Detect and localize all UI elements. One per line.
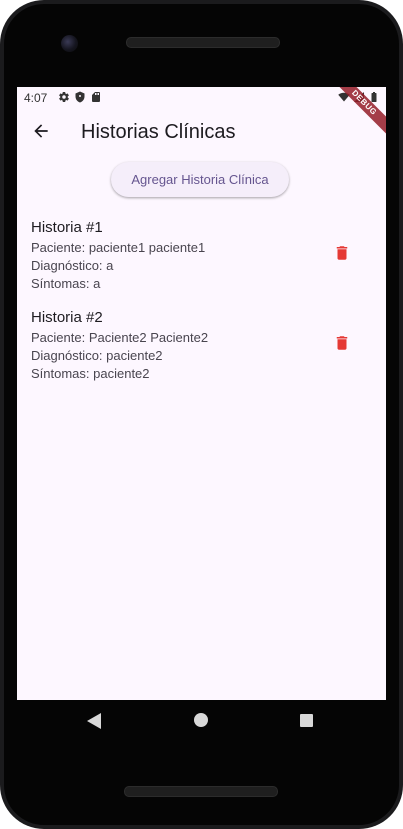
bottom-speaker: [124, 786, 278, 797]
sd-card-icon: [90, 91, 102, 103]
delete-button[interactable]: [330, 333, 354, 357]
front-camera: [61, 35, 78, 52]
record-patient: Paciente: paciente1 paciente1: [31, 240, 206, 255]
app-bar: Historias Clínicas: [17, 109, 386, 157]
record-patient: Paciente: Paciente2 Paciente2: [31, 330, 209, 345]
record-symptoms: Síntomas: a: [31, 276, 101, 291]
status-bar: 4:07 DEBUG: [17, 87, 386, 142]
earpiece-speaker: [126, 37, 280, 48]
back-button[interactable]: [27, 119, 55, 147]
add-record-button[interactable]: Agregar Historia Clínica: [111, 162, 289, 197]
delete-button[interactable]: [330, 243, 354, 267]
arrow-back-icon: [31, 121, 51, 146]
system-nav-bar: [17, 700, 386, 742]
nav-home-icon[interactable]: [194, 713, 208, 727]
shield-icon: [74, 91, 86, 103]
record-title: Historia #1: [31, 219, 103, 236]
settings-icon: [58, 91, 70, 103]
nav-back-icon[interactable]: [87, 713, 101, 734]
status-time: 4:07: [24, 91, 48, 105]
list-item: Historia #1 Paciente: paciente1 paciente…: [17, 219, 386, 303]
trash-icon: [333, 243, 351, 268]
record-symptoms: Síntomas: paciente2: [31, 366, 150, 381]
device-frame: 4:07 DEBUG Historias Clínicas Agregar Hi…: [0, 0, 403, 829]
trash-icon: [333, 333, 351, 358]
status-left-icons: [58, 91, 102, 103]
record-title: Historia #2: [31, 309, 103, 326]
list-item: Historia #2 Paciente: Paciente2 Paciente…: [17, 309, 386, 393]
page-title: Historias Clínicas: [81, 121, 236, 143]
record-diagnosis: Diagnóstico: a: [31, 258, 114, 273]
record-diagnosis: Diagnóstico: paciente2: [31, 348, 163, 363]
nav-recents-icon[interactable]: [300, 714, 313, 727]
app-screen: 4:07 DEBUG Historias Clínicas Agregar Hi…: [17, 87, 386, 700]
